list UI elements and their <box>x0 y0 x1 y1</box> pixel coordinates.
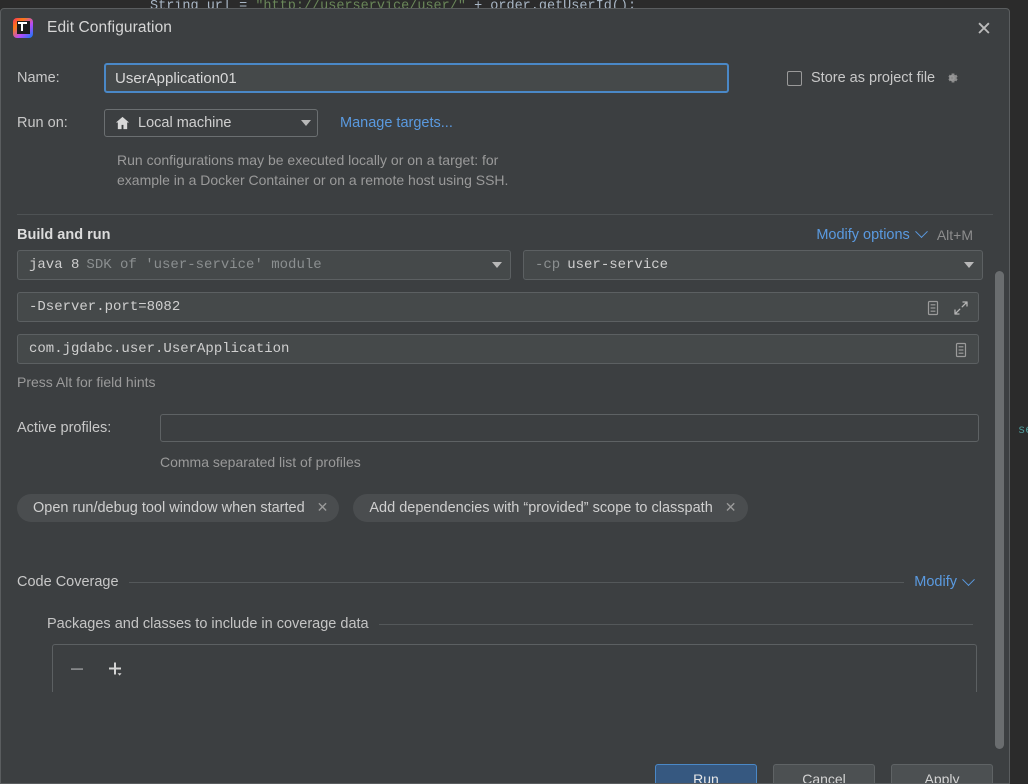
build-and-run-title: Build and run <box>17 226 111 243</box>
field-hints-text: Press Alt for field hints <box>17 374 156 390</box>
modify-options-shortcut: Alt+M <box>936 226 973 243</box>
run-on-hint-line2: example in a Docker Container or on a re… <box>117 172 509 188</box>
apply-button[interactable]: Apply <box>891 764 993 783</box>
dialog-titlebar: Edit Configuration ✕ <box>1 9 1009 47</box>
minus-icon[interactable] <box>67 659 87 679</box>
vm-options-value: -Dserver.port=8082 <box>29 299 181 315</box>
build-and-run-header: Build and run Modify options Alt+M <box>17 214 993 243</box>
classpath-combo-flag: -cp <box>535 257 561 273</box>
option-chip[interactable]: Add dependencies with “provided” scope t… <box>353 494 748 522</box>
name-row: Name: Store as project file <box>17 63 993 93</box>
main-class-field-icons <box>953 335 969 365</box>
plus-dropdown-icon[interactable] <box>105 659 125 679</box>
chevron-down-icon[interactable] <box>962 572 975 586</box>
chevron-down-icon <box>964 262 974 268</box>
coverage-packages-title: Packages and classes to include in cover… <box>47 616 369 632</box>
dialog-title: Edit Configuration <box>47 19 173 36</box>
section-divider <box>128 581 905 583</box>
section-divider <box>378 623 973 625</box>
code-coverage-title: Code Coverage <box>17 574 119 590</box>
store-as-project-file-label[interactable]: Store as project file <box>811 70 935 86</box>
main-class-field[interactable]: com.jgdabc.user.UserApplication <box>17 334 979 364</box>
editor-right-gutter: seeaPPP <box>1018 0 1028 784</box>
dialog-button-bar: Run Cancel Apply <box>1 753 1009 783</box>
sdk-combo-value: java 8 <box>29 257 80 273</box>
sdk-combo-description: SDK of 'user-service' module <box>86 257 322 273</box>
active-profiles-input[interactable] <box>160 414 979 442</box>
chevron-down-icon <box>492 262 502 268</box>
active-profiles-label: Active profiles: <box>17 420 112 436</box>
chevron-down-icon <box>301 120 311 126</box>
option-chips-row: Open run/debug tool window when started … <box>17 494 993 522</box>
vm-options-field[interactable]: -Dserver.port=8082 <box>17 292 979 322</box>
dialog-scrollbar[interactable] <box>995 271 1004 783</box>
close-icon[interactable]: ✕ <box>317 501 329 515</box>
sdk-combo[interactable]: java 8 SDK of 'user-service' module <box>17 250 511 280</box>
run-on-hint-line1: Run configurations may be executed local… <box>117 152 499 168</box>
code-coverage-header: Code Coverage Modify <box>17 572 993 590</box>
name-label: Name: <box>17 70 60 86</box>
option-chip[interactable]: Open run/debug tool window when started … <box>17 494 340 522</box>
expand-icon[interactable] <box>953 300 969 316</box>
sdk-classpath-row: java 8 SDK of 'user-service' module -cp … <box>17 250 993 280</box>
option-chip-label: Open run/debug tool window when started <box>33 500 305 516</box>
coverage-packages-header: Packages and classes to include in cover… <box>47 616 993 632</box>
main-class-value: com.jgdabc.user.UserApplication <box>29 341 290 357</box>
home-icon <box>115 116 130 130</box>
vm-options-field-icons <box>925 293 969 323</box>
run-on-row: Run on: Local machine Manage targets... <box>17 109 993 137</box>
modify-options-group: Modify options Alt+M <box>816 225 973 243</box>
run-target-value: Local machine <box>138 115 232 131</box>
run-on-label: Run on: <box>17 115 68 131</box>
intellij-idea-icon <box>13 18 33 38</box>
modify-options-link[interactable]: Modify options <box>816 227 910 243</box>
run-on-hint: Run configurations may be executed local… <box>117 150 677 190</box>
code-coverage-modify-link[interactable]: Modify <box>914 574 957 590</box>
edit-configuration-dialog: Edit Configuration ✕ Name: Store as proj… <box>0 8 1010 784</box>
list-icon[interactable] <box>925 300 941 316</box>
chevron-down-icon[interactable] <box>914 225 928 239</box>
code-coverage-modify-group: Modify <box>914 572 975 590</box>
editor-right-gutter-text: seeaPPP <box>1018 423 1028 437</box>
close-icon[interactable]: ✕ <box>725 501 737 515</box>
active-profiles-row: Active profiles: <box>17 414 993 442</box>
dialog-body: Name: Store as project file Run on: Loca… <box>1 63 1009 783</box>
list-icon[interactable] <box>953 342 969 358</box>
gear-icon[interactable] <box>944 70 960 86</box>
name-input[interactable] <box>104 63 729 93</box>
classpath-combo[interactable]: -cp user-service <box>523 250 983 280</box>
option-chip-label: Add dependencies with “provided” scope t… <box>369 500 713 516</box>
run-target-combo[interactable]: Local machine <box>104 109 318 137</box>
manage-targets-link[interactable]: Manage targets... <box>340 115 453 131</box>
cancel-button[interactable]: Cancel <box>773 764 875 783</box>
scrollbar-thumb[interactable] <box>995 271 1004 749</box>
coverage-packages-toolbar <box>52 644 977 692</box>
active-profiles-hint: Comma separated list of profiles <box>160 454 361 470</box>
close-icon[interactable]: ✕ <box>973 19 995 41</box>
store-as-project-file-group: Store as project file <box>787 70 960 86</box>
run-button[interactable]: Run <box>655 764 757 783</box>
store-as-project-file-checkbox[interactable] <box>787 70 802 86</box>
classpath-combo-value: user-service <box>567 257 669 273</box>
